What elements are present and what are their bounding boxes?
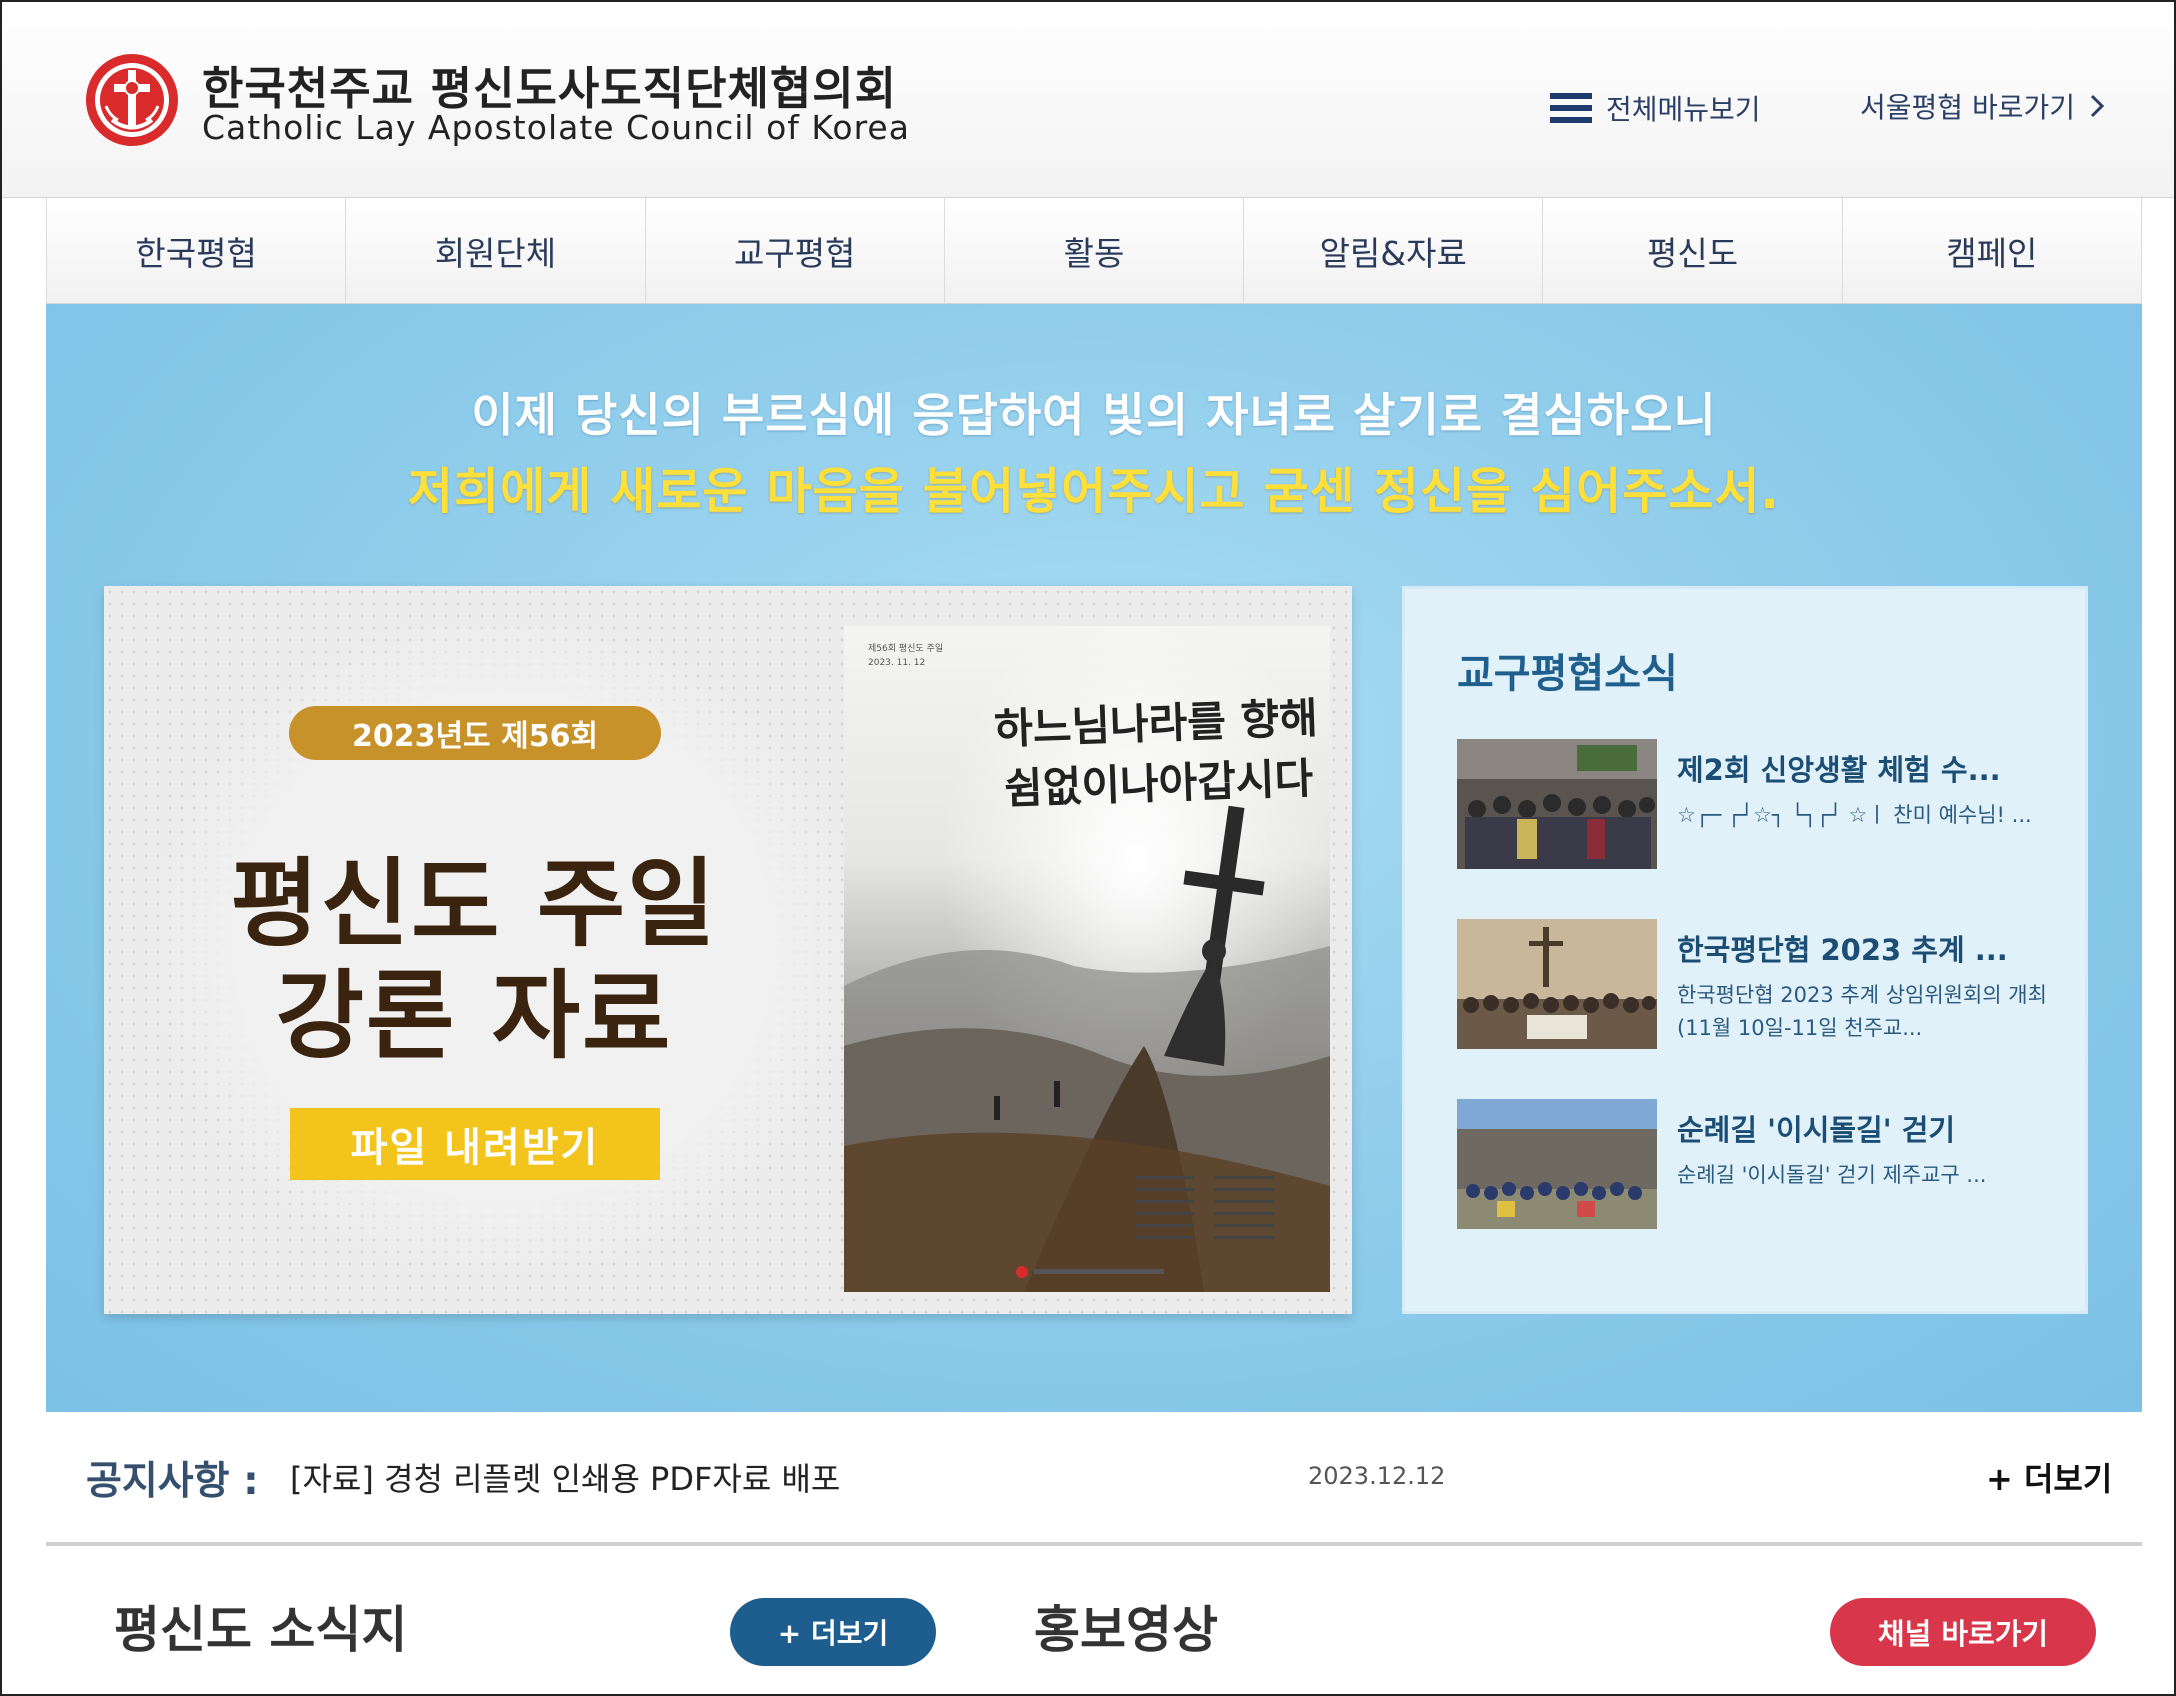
banner-title-line2: 강론 자료 bbox=[275, 960, 673, 1072]
laity-sunday-poster: 제56회 평신도 주일 2023. 11. 12 하느님나라를 향해 쉼없이나아… bbox=[844, 626, 1330, 1292]
nav-item-campaign[interactable]: 캠페인 bbox=[1841, 198, 2142, 303]
channel-link-button[interactable]: 채널 바로가기 bbox=[1830, 1598, 2096, 1666]
page: 한국천주교 평신도사도직단체협의회 Catholic Lay Apostolat… bbox=[0, 0, 2176, 1696]
news-description: 순례길 '이시돌길' 걷기 제주교구 ... bbox=[1677, 1163, 1987, 1187]
banner-year-pill: 2023년도 제56회 bbox=[289, 706, 661, 760]
news-thumbnail bbox=[1457, 919, 1657, 1049]
hamburger-icon bbox=[1550, 93, 1592, 123]
main-nav: 한국평협 회원단체 교구평협 활동 알림&자료 평신도 캠페인 bbox=[46, 198, 2142, 304]
laity-newsletter-title: 평신도 소식지 bbox=[114, 1601, 408, 1659]
notice-more-link[interactable]: + 더보기 bbox=[1986, 1454, 2112, 1500]
hero-prayer-line2: 저희에게 새로운 마음을 불어넣어주시고 굳센 정신을 심어주소서. bbox=[407, 463, 1781, 520]
notice-link[interactable]: [자료] 경청 리플렛 인쇄용 PDF자료 배포 bbox=[290, 1454, 840, 1500]
notice-date: 2023.12.12 bbox=[1308, 1462, 1446, 1490]
poster-date-text: 제56회 평신도 주일 2023. 11. 12 bbox=[868, 644, 944, 668]
promo-video-title: 홍보영상 bbox=[1034, 1601, 1218, 1659]
diocese-news-panel: 교구평협소식 제2회 신앙생활 체험 수... ☆┌─ ┌┘☆┐ └┐┌┘ ☆ㅣ… bbox=[1402, 586, 2088, 1314]
all-menu-label: 전체메뉴보기 bbox=[1606, 93, 1761, 126]
notice-label: 공지사항 : bbox=[86, 1459, 259, 1504]
news-description: 한국평단협 2023 추계 상임위원회의 개최(11월 10일-11일 천주교.… bbox=[1677, 983, 2047, 1040]
seoul-council-link[interactable]: 서울평협 바로가기 bbox=[1860, 86, 2105, 126]
all-menu-button[interactable]: 전체메뉴보기 bbox=[1550, 88, 1761, 128]
news-headline: 한국평단협 2023 추계 ... bbox=[1677, 933, 2008, 967]
nav-item-member-groups[interactable]: 회원단체 bbox=[345, 198, 644, 303]
hero-prayer-line1: 이제 당신의 부르심에 응답하여 빛의 자녀로 살기로 결심하오니 bbox=[471, 388, 1717, 442]
nav-item-laity[interactable]: 평신도 bbox=[1542, 198, 1841, 303]
news-headline: 제2회 신앙생활 체험 수... bbox=[1677, 753, 2001, 787]
news-item[interactable]: 순례길 '이시돌길' 걷기 순례길 '이시돌길' 걷기 제주교구 ... bbox=[1457, 1099, 2067, 1229]
nav-item-news-resources[interactable]: 알림&자료 bbox=[1243, 198, 1542, 303]
news-headline: 순례길 '이시돌길' 걷기 bbox=[1677, 1113, 1956, 1147]
diocese-news-title[interactable]: 교구평협소식 bbox=[1457, 641, 1678, 699]
news-thumbnail bbox=[1457, 1099, 1657, 1229]
hero-section: 이제 당신의 부르심에 응답하여 빛의 자녀로 살기로 결심하오니 저희에게 새… bbox=[46, 304, 2142, 1412]
news-item[interactable]: 제2회 신앙생활 체험 수... ☆┌─ ┌┘☆┐ └┐┌┘ ☆ㅣ 찬미 예수님… bbox=[1457, 739, 2067, 869]
cross-seal-icon[interactable] bbox=[82, 50, 182, 150]
seoul-link-label: 서울평협 바로가기 bbox=[1860, 91, 2075, 124]
notice-bar: 공지사항 : [자료] 경청 리플렛 인쇄용 PDF자료 배포 2023.12.… bbox=[46, 1412, 2142, 1546]
nav-item-korea-council[interactable]: 한국평협 bbox=[46, 198, 345, 303]
newsletter-more-button[interactable]: + 더보기 bbox=[730, 1598, 936, 1666]
download-file-button[interactable]: 파일 내려받기 bbox=[290, 1108, 660, 1180]
news-item[interactable]: 한국평단협 2023 추계 ... 한국평단협 2023 추계 상임위원회의 개… bbox=[1457, 919, 2067, 1049]
org-name-english[interactable]: Catholic Lay Apostolate Council of Korea bbox=[202, 108, 910, 147]
nav-item-activities[interactable]: 활동 bbox=[943, 198, 1243, 303]
chevron-right-icon bbox=[2090, 94, 2105, 118]
news-description: ☆┌─ ┌┘☆┐ └┐┌┘ ☆ㅣ 찬미 예수님! ... bbox=[1677, 803, 2032, 827]
news-thumbnail bbox=[1457, 739, 1657, 869]
nav-item-diocese-council[interactable]: 교구평협 bbox=[644, 198, 944, 303]
site-header: 한국천주교 평신도사도직단체협의회 Catholic Lay Apostolat… bbox=[2, 2, 2174, 198]
poster-calligraphy-line2: 쉼없이나아갑시다 bbox=[1003, 753, 1314, 814]
laity-sunday-banner[interactable]: 2023년도 제56회 평신도 주일 강론 자료 파일 내려받기 제56회 평신… bbox=[104, 586, 1352, 1314]
